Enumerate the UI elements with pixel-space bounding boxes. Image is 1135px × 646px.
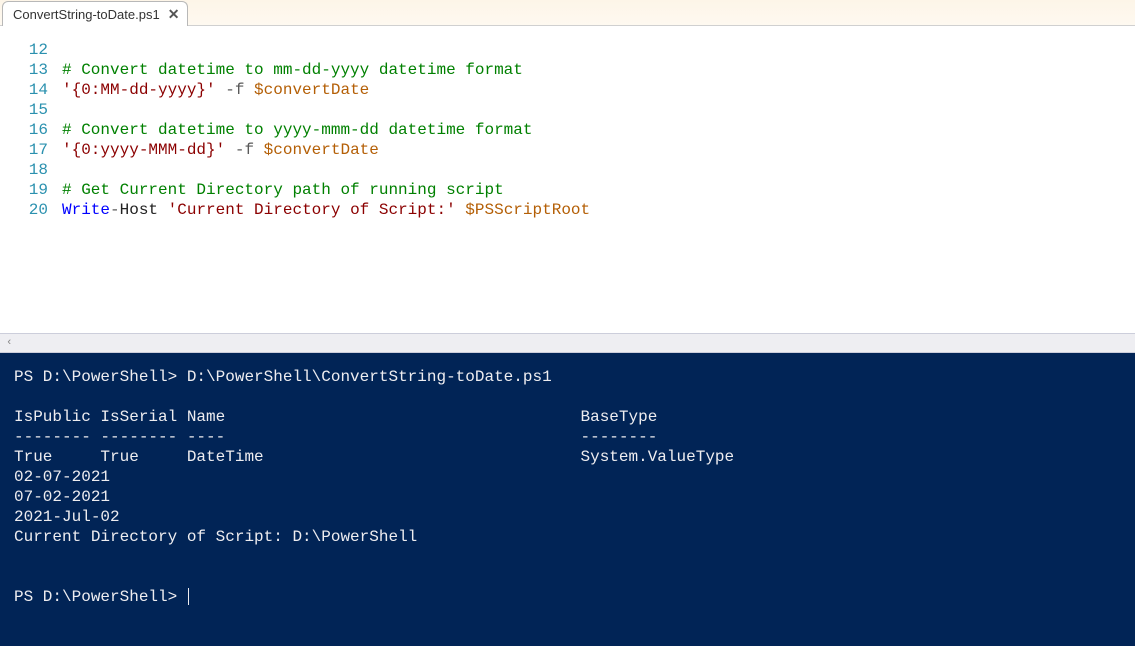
code-token — [254, 141, 264, 159]
line-number: 18 — [0, 160, 48, 180]
code-token: '{0:yyyy-MMM-dd}' — [62, 141, 225, 159]
terminal-output: 02-07-2021 — [14, 468, 110, 486]
code-line: # Convert datetime to mm-dd-yyyy datetim… — [62, 60, 1135, 80]
terminal-output: 2021-Jul-02 — [14, 508, 120, 526]
code-line: # Get Current Directory path of running … — [62, 180, 1135, 200]
file-tab-title: ConvertString-toDate.ps1 — [13, 7, 160, 22]
terminal-command: D:\PowerShell\ConvertString-toDate.ps1 — [187, 368, 552, 386]
line-number: 17 — [0, 140, 48, 160]
code-token — [158, 201, 168, 219]
terminal-output: Current Directory of Script: D:\PowerShe… — [14, 528, 417, 546]
code-line: Write-Host 'Current Directory of Script:… — [62, 200, 1135, 220]
code-token: -f — [235, 141, 254, 159]
line-number-gutter: 121314151617181920 — [0, 40, 62, 333]
code-token: - — [110, 201, 120, 219]
terminal-prompt: PS D:\PowerShell> — [14, 368, 187, 386]
terminal-prompt: PS D:\PowerShell> — [14, 588, 187, 606]
code-line — [62, 40, 1135, 60]
code-line: # Convert datetime to yyyy-mmm-dd dateti… — [62, 120, 1135, 140]
chevron-left-icon: ‹ — [6, 337, 13, 349]
line-number: 16 — [0, 120, 48, 140]
code-token — [216, 81, 226, 99]
code-token — [456, 201, 466, 219]
code-token: # Get Current Directory path of running … — [62, 181, 504, 199]
tab-bar: ConvertString-toDate.ps1 ✕ — [0, 0, 1135, 26]
code-token: $convertDate — [264, 141, 379, 159]
code-line: '{0:yyyy-MMM-dd}' -f $convertDate — [62, 140, 1135, 160]
code-token: # Convert datetime to yyyy-mmm-dd dateti… — [62, 121, 532, 139]
terminal-header: IsPublic IsSerial Name BaseType — [14, 408, 657, 426]
code-token: Host — [120, 201, 158, 219]
terminal-row: True True DateTime System.ValueType — [14, 448, 734, 466]
code-token: # Convert datetime to mm-dd-yyyy datetim… — [62, 61, 523, 79]
code-token — [244, 81, 254, 99]
close-icon[interactable]: ✕ — [168, 7, 180, 21]
line-number: 12 — [0, 40, 48, 60]
terminal-divider: -------- -------- ---- -------- — [14, 428, 657, 446]
code-line — [62, 100, 1135, 120]
code-token: '{0:MM-dd-yyyy}' — [62, 81, 216, 99]
code-line: '{0:MM-dd-yyyy}' -f $convertDate — [62, 80, 1135, 100]
line-number: 19 — [0, 180, 48, 200]
code-token: -f — [225, 81, 244, 99]
line-number: 13 — [0, 60, 48, 80]
code-token: Write — [62, 201, 110, 219]
code-line — [62, 160, 1135, 180]
terminal-panel[interactable]: PS D:\PowerShell> D:\PowerShell\ConvertS… — [0, 353, 1135, 646]
code-content[interactable]: # Convert datetime to mm-dd-yyyy datetim… — [62, 40, 1135, 333]
code-token: $PSScriptRoot — [465, 201, 590, 219]
terminal-output: 07-02-2021 — [14, 488, 110, 506]
file-tab[interactable]: ConvertString-toDate.ps1 ✕ — [2, 1, 188, 26]
terminal-cursor — [188, 588, 189, 605]
code-token: $convertDate — [254, 81, 369, 99]
code-editor[interactable]: 121314151617181920 # Convert datetime to… — [0, 26, 1135, 333]
panel-splitter[interactable]: ‹ — [0, 333, 1135, 353]
line-number: 20 — [0, 200, 48, 220]
code-token — [225, 141, 235, 159]
code-token: 'Current Directory of Script:' — [168, 201, 456, 219]
line-number: 14 — [0, 80, 48, 100]
line-number: 15 — [0, 100, 48, 120]
